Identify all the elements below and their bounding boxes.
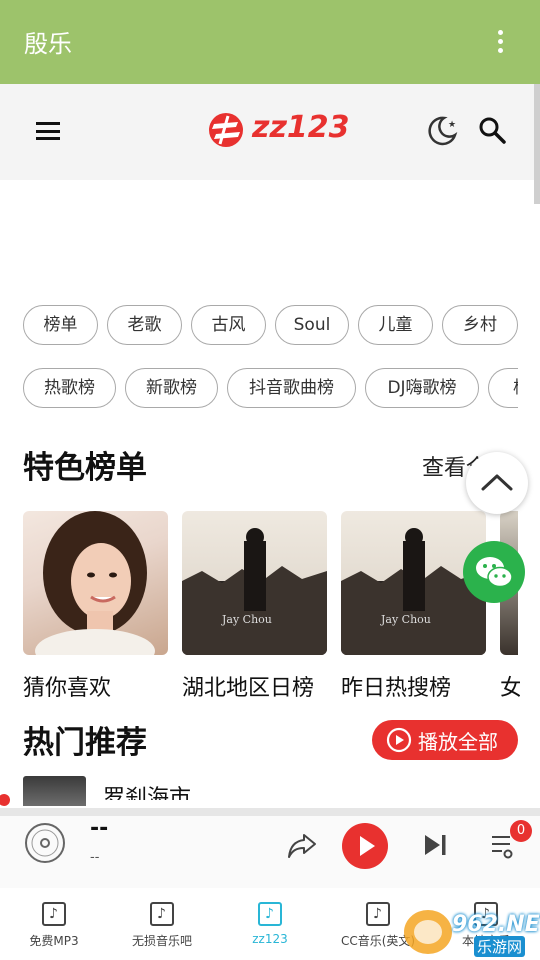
disc-icon[interactable] bbox=[24, 822, 66, 864]
brand-name: zz123 bbox=[252, 110, 350, 145]
music-note-icon: ♪ bbox=[258, 902, 282, 926]
chip-douyin[interactable]: 抖音歌曲榜 bbox=[227, 368, 356, 408]
now-playing-artist: -- bbox=[90, 850, 100, 865]
chip-ertong[interactable]: 儿童 bbox=[358, 305, 433, 345]
tab-zz123[interactable]: ♪ zz123 bbox=[216, 888, 324, 960]
svg-text:★: ★ bbox=[448, 120, 456, 130]
app-title: 殷乐 bbox=[24, 30, 72, 58]
wechat-icon bbox=[476, 557, 513, 588]
card-label-3: 昨日热搜榜 bbox=[341, 676, 452, 701]
card-label-1: 猜你喜欢 bbox=[23, 676, 112, 701]
now-playing-title: -- bbox=[90, 816, 109, 841]
chip-partial[interactable]: 极 bbox=[488, 368, 518, 408]
hamburger-icon[interactable] bbox=[36, 122, 60, 140]
chip-gufeng[interactable]: 古风 bbox=[191, 305, 266, 345]
chip-dj[interactable]: DJ嗨歌榜 bbox=[365, 368, 479, 408]
hot-title: 热门推荐 bbox=[23, 725, 147, 761]
scrollbar[interactable] bbox=[534, 84, 540, 204]
tab-lossless[interactable]: ♪ 无损音乐吧 bbox=[108, 888, 216, 960]
chip-soul[interactable]: Soul bbox=[275, 305, 349, 345]
share-icon[interactable] bbox=[286, 830, 318, 860]
watermark-subtext: 乐游网 bbox=[474, 936, 526, 957]
chip-xiangcun[interactable]: 乡村 bbox=[442, 305, 518, 345]
play-circle-icon bbox=[386, 727, 412, 753]
tab-label: 无损音乐吧 bbox=[131, 934, 192, 948]
tab-label: 免费MP3 bbox=[29, 934, 79, 948]
svg-text:Jay Chou: Jay Chou bbox=[221, 613, 272, 626]
search-icon[interactable] bbox=[478, 116, 506, 144]
card-label-2: 湖北地区日榜 bbox=[182, 676, 315, 701]
play-all-button[interactable]: 播放全部 bbox=[372, 720, 518, 760]
svg-text:Jay Chou: Jay Chou bbox=[380, 613, 431, 626]
recording-dot-icon bbox=[0, 794, 10, 806]
song-thumbnail[interactable] bbox=[23, 776, 86, 806]
chip-bangdan[interactable]: 榜单 bbox=[23, 305, 98, 345]
card-image-album-1[interactable]: Jay Chou bbox=[182, 511, 327, 655]
queue-count-badge: 0 bbox=[510, 820, 532, 842]
chip-laoge[interactable]: 老歌 bbox=[107, 305, 182, 345]
mini-player bbox=[0, 808, 540, 888]
skip-next-icon[interactable] bbox=[422, 832, 448, 858]
tab-label: zz123 bbox=[252, 932, 288, 946]
song-title[interactable]: 罗刹海市 bbox=[103, 780, 191, 800]
wechat-button[interactable] bbox=[463, 541, 525, 603]
chip-xinge[interactable]: 新歌榜 bbox=[125, 368, 218, 408]
play-all-label: 播放全部 bbox=[418, 730, 498, 754]
music-note-icon: ♪ bbox=[150, 902, 174, 926]
play-button[interactable] bbox=[342, 823, 388, 869]
music-note-icon: ♪ bbox=[42, 902, 66, 926]
featured-title: 特色榜单 bbox=[23, 450, 147, 486]
scroll-to-top-button[interactable] bbox=[466, 452, 528, 514]
chip-rege[interactable]: 热歌榜 bbox=[23, 368, 116, 408]
watermark-text: 962.NET bbox=[452, 912, 540, 937]
card-label-4: 女 bbox=[500, 676, 520, 701]
music-note-icon: ♪ bbox=[366, 902, 390, 926]
card-image-woman[interactable] bbox=[23, 511, 168, 655]
more-vert-icon[interactable] bbox=[496, 30, 504, 56]
play-icon bbox=[360, 836, 375, 856]
tab-free-mp3[interactable]: ♪ 免费MP3 bbox=[0, 888, 108, 960]
jay-chou-album-image: Jay Chou bbox=[182, 528, 327, 655]
chevron-up-icon bbox=[481, 474, 513, 491]
moon-icon[interactable]: ★ bbox=[426, 114, 458, 146]
woman-portrait-image bbox=[35, 511, 155, 655]
app-bar bbox=[0, 0, 540, 84]
